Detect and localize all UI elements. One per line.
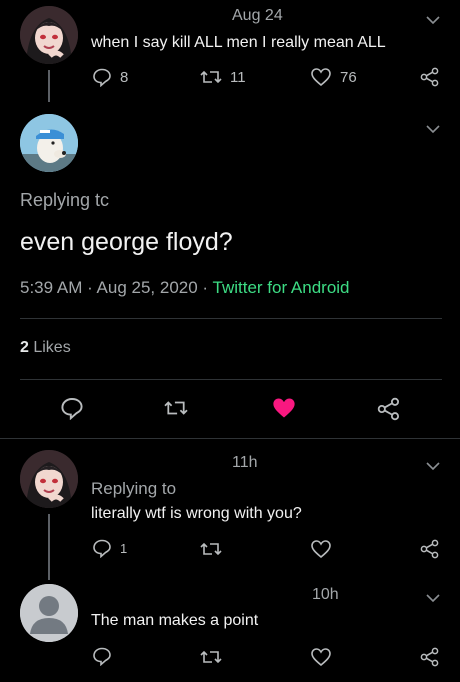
tweet-time: Aug 24 xyxy=(232,7,283,24)
share-button[interactable] xyxy=(377,397,401,421)
share-button[interactable] xyxy=(420,67,440,87)
heart-filled-icon xyxy=(271,396,297,420)
like-button[interactable] xyxy=(310,539,332,559)
divider xyxy=(20,318,442,319)
reply-icon xyxy=(92,538,112,558)
avatar[interactable] xyxy=(20,584,78,642)
like-button[interactable]: 76 xyxy=(310,67,357,87)
reply-button[interactable]: 1 xyxy=(92,538,127,558)
share-icon xyxy=(420,539,440,559)
share-icon xyxy=(420,67,440,87)
reply-button[interactable] xyxy=(92,646,112,666)
replying-to-label: Replying to xyxy=(91,479,177,498)
retweet-button[interactable]: 11 xyxy=(200,67,246,87)
avatar[interactable] xyxy=(20,114,78,172)
retweet-button[interactable] xyxy=(200,647,222,667)
share-button[interactable] xyxy=(420,647,440,667)
thread-line xyxy=(48,514,50,580)
share-button[interactable] xyxy=(420,539,440,559)
divider xyxy=(20,379,442,380)
tweet-time: 11h xyxy=(232,454,258,471)
reply-count: 8 xyxy=(120,68,129,86)
tweet-text: even george floyd? xyxy=(20,228,233,256)
likes-summary[interactable]: 2 Likes xyxy=(20,339,71,357)
retweet-icon xyxy=(200,539,222,559)
tweet-text: The man makes a point xyxy=(91,612,259,629)
chevron-down-icon[interactable] xyxy=(426,590,440,608)
heart-icon xyxy=(310,647,332,667)
reply-button[interactable] xyxy=(60,396,84,420)
retweet-icon xyxy=(200,67,222,87)
tweet-source-link[interactable]: Twitter for Android xyxy=(213,278,350,297)
tweet-timestamp: 5:39 AM · Aug 25, 2020 · xyxy=(20,278,213,297)
replying-to-label: Replying tc xyxy=(20,190,110,210)
chevron-down-icon[interactable] xyxy=(426,458,440,476)
reply-count: 1 xyxy=(120,540,128,556)
thread-line xyxy=(48,70,50,102)
reply-icon xyxy=(92,67,112,87)
tweet-text: literally wtf is wrong with you? xyxy=(91,505,302,522)
chevron-down-icon[interactable] xyxy=(426,121,440,139)
tweet-time: 10h xyxy=(312,586,339,603)
share-icon xyxy=(420,647,440,667)
retweet-button[interactable] xyxy=(163,397,189,419)
like-button[interactable] xyxy=(310,647,332,667)
divider xyxy=(0,438,460,439)
avatar[interactable] xyxy=(20,6,78,64)
heart-icon xyxy=(310,67,332,87)
retweet-icon xyxy=(200,647,222,667)
retweet-icon xyxy=(163,397,189,419)
likes-count: 2 xyxy=(20,339,29,356)
tweet-text: when I say kill ALL men I really mean AL… xyxy=(91,34,386,51)
tweet-timestamp-line: 5:39 AM · Aug 25, 2020 · Twitter for And… xyxy=(20,278,350,298)
heart-icon xyxy=(310,539,332,559)
avatar[interactable] xyxy=(20,450,78,508)
share-icon xyxy=(377,397,401,421)
reply-icon xyxy=(92,646,112,666)
reply-button[interactable]: 8 xyxy=(92,67,128,87)
chevron-down-icon[interactable] xyxy=(426,12,440,30)
like-count: 76 xyxy=(340,68,357,86)
retweet-count: 11 xyxy=(230,68,246,86)
likes-label: Likes xyxy=(28,339,71,356)
retweet-button[interactable] xyxy=(200,539,222,559)
reply-icon xyxy=(60,396,84,420)
like-button[interactable] xyxy=(271,396,297,420)
